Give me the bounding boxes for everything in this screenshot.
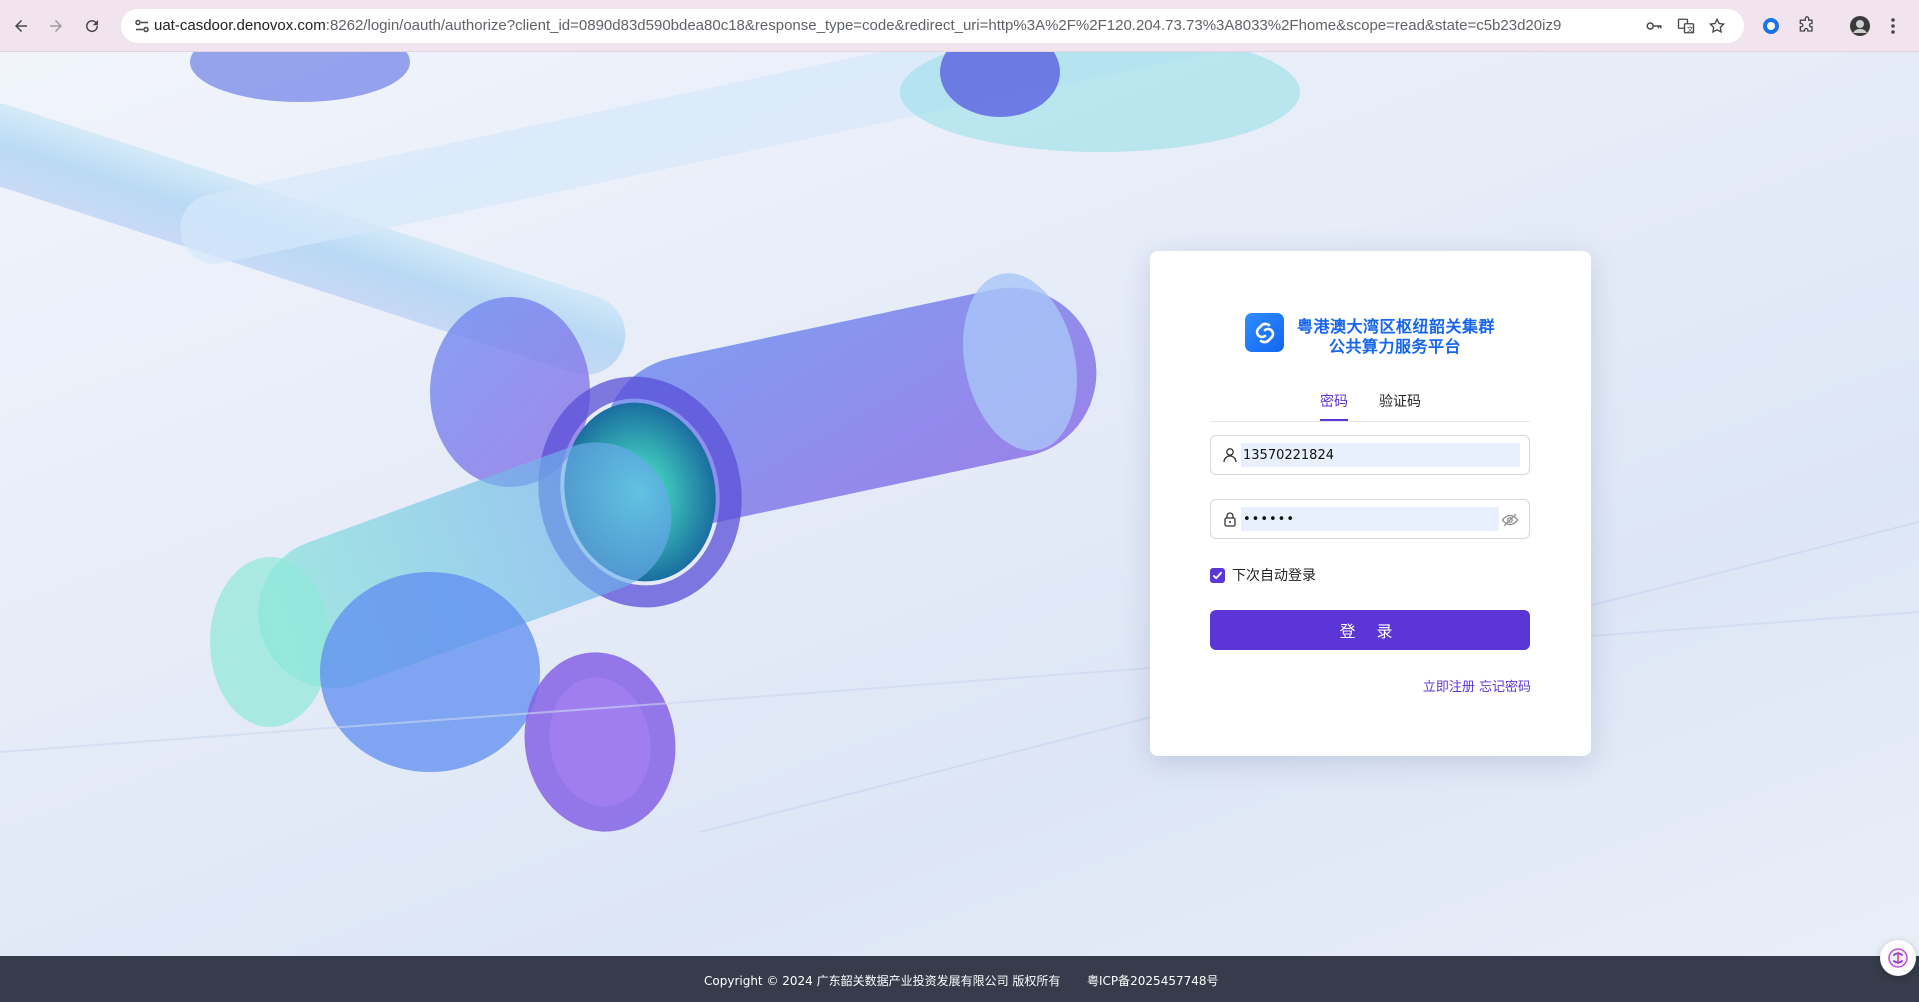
- account-links: 立即注册 忘记密码: [1423, 676, 1531, 695]
- forgot-password-link[interactable]: 忘记密码: [1479, 680, 1531, 695]
- floating-assistant-icon[interactable]: [1880, 940, 1916, 976]
- register-link[interactable]: 立即注册: [1423, 680, 1475, 695]
- remember-checkbox[interactable]: [1210, 567, 1225, 583]
- star-icon[interactable]: [1708, 17, 1726, 35]
- footer-icp-link[interactable]: 粤ICP备2025457748号: [1087, 972, 1219, 989]
- lock-icon: [1222, 511, 1238, 527]
- address-bar[interactable]: uat-casdoor.denovox.com:8262/login/oauth…: [121, 9, 1744, 43]
- remember-me[interactable]: 下次自动登录: [1210, 566, 1316, 584]
- login-card: 粤港澳大湾区枢纽韶关集群 公共算力服务平台 密码 验证码 下次自动登录 登 录 …: [1150, 251, 1591, 756]
- svg-text:文: 文: [1687, 24, 1694, 33]
- tab-verification-code[interactable]: 验证码: [1379, 391, 1421, 419]
- background-illustration: [0, 52, 1919, 956]
- site-info-icon[interactable]: [133, 17, 151, 35]
- platform-logo-icon: [1245, 313, 1284, 352]
- footer-copyright: Copyright © 2024 广东韶关数据产业投资发展有限公司 版权所有: [704, 974, 1061, 988]
- browser-toolbar: uat-casdoor.denovox.com:8262/login/oauth…: [0, 0, 1919, 52]
- login-tabs: 密码 验证码: [1210, 385, 1530, 422]
- password-input[interactable]: [1241, 507, 1499, 531]
- extension-circle-icon[interactable]: [1760, 15, 1782, 37]
- url-host: uat-casdoor.denovox.com: [154, 17, 326, 34]
- remember-label[interactable]: 下次自动登录: [1232, 565, 1316, 585]
- user-icon: [1222, 447, 1238, 463]
- login-button[interactable]: 登 录: [1210, 610, 1530, 650]
- forward-icon[interactable]: [44, 14, 68, 38]
- menu-dots-icon[interactable]: [1882, 15, 1904, 37]
- puzzle-icon[interactable]: [1796, 15, 1818, 37]
- page-footer: Copyright © 2024 广东韶关数据产业投资发展有限公司 版权所有 粤…: [0, 956, 1919, 1002]
- profile-avatar-icon[interactable]: [1849, 15, 1871, 37]
- platform-name-line2: 公共算力服务平台: [1329, 337, 1462, 356]
- key-icon[interactable]: [1645, 17, 1663, 35]
- username-input[interactable]: [1241, 443, 1520, 467]
- url-path: :8262/login/oauth/authorize?client_id=08…: [325, 17, 1562, 34]
- username-field[interactable]: [1210, 435, 1530, 475]
- eye-slash-icon[interactable]: [1501, 511, 1519, 529]
- url-text[interactable]: uat-casdoor.denovox.com:8262/login/oauth…: [154, 17, 1561, 34]
- tab-password[interactable]: 密码: [1320, 391, 1348, 421]
- back-icon[interactable]: [9, 14, 33, 38]
- password-field[interactable]: [1210, 499, 1530, 539]
- translate-icon[interactable]: 文: [1677, 17, 1695, 35]
- reload-icon[interactable]: [80, 14, 104, 38]
- brand-logo: 粤港澳大湾区枢纽韶关集群 公共算力服务平台: [1245, 310, 1505, 356]
